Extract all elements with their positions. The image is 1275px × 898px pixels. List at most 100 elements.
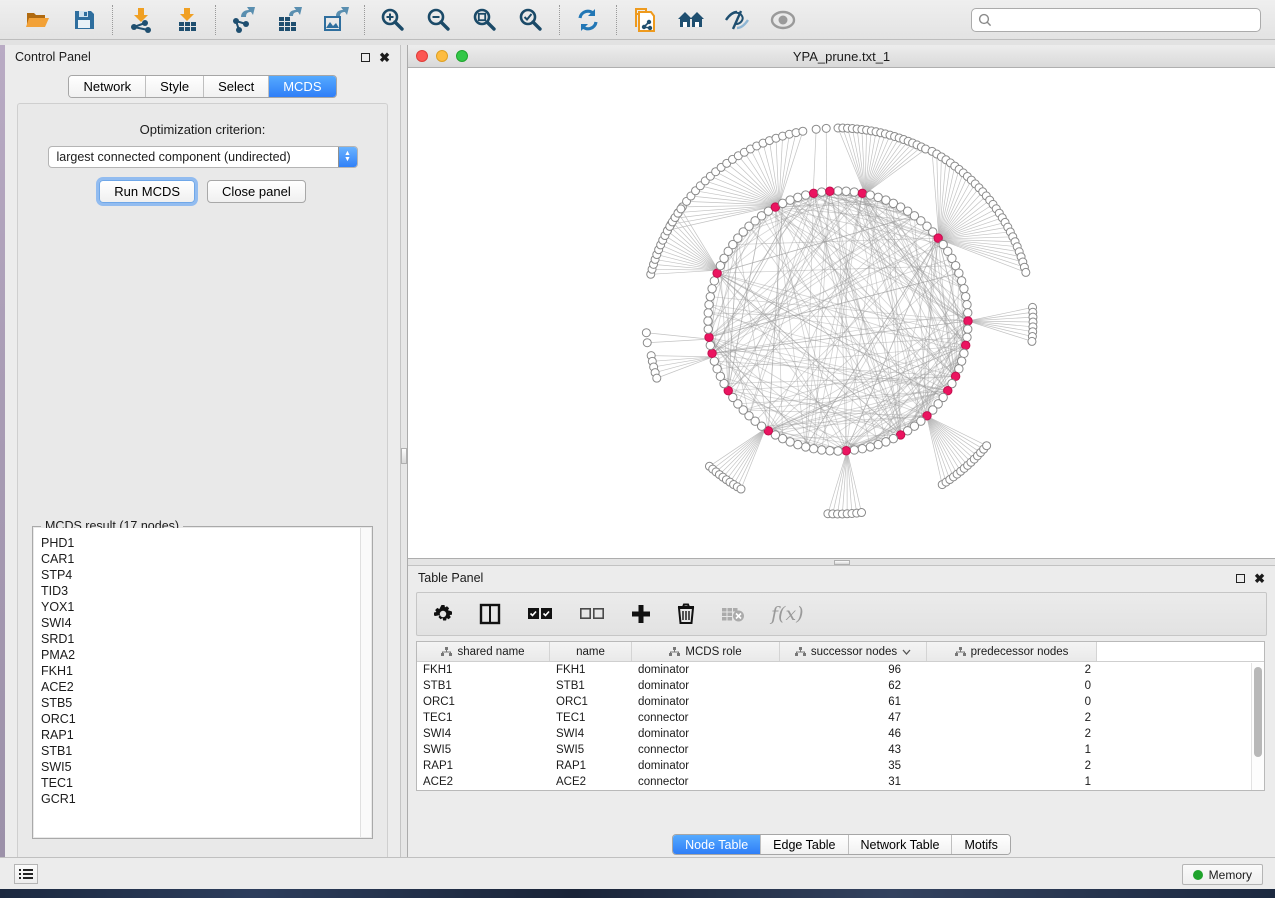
network-canvas[interactable] <box>408 68 1275 558</box>
mcds-result-item[interactable]: SRD1 <box>41 631 371 647</box>
open-file-icon[interactable] <box>24 6 52 34</box>
column-header-successor-nodes[interactable]: successor nodes <box>780 642 927 661</box>
control-panel-header: Control Panel ✖ <box>5 45 400 69</box>
mcds-result-item[interactable]: GCR1 <box>41 791 371 807</box>
new-network-from-selection-icon[interactable] <box>631 6 659 34</box>
table-row[interactable]: ACE2ACE2connector311 <box>417 774 1264 790</box>
table-cell: SWI5 <box>417 744 550 756</box>
splitter-handle[interactable] <box>834 560 850 565</box>
mcds-result-item[interactable]: PHD1 <box>41 535 371 551</box>
table-cell: 31 <box>780 776 927 788</box>
gear-icon[interactable] <box>433 604 453 624</box>
delete-table-icon[interactable] <box>721 606 745 622</box>
horizontal-splitter[interactable] <box>408 558 1275 566</box>
zoom-selected-icon[interactable] <box>517 6 545 34</box>
zoom-fit-icon[interactable] <box>471 6 499 34</box>
mcds-result-item[interactable]: TID3 <box>41 583 371 599</box>
export-image-icon[interactable] <box>322 6 350 34</box>
mcds-result-item[interactable]: RAP1 <box>41 727 371 743</box>
import-network-icon[interactable] <box>127 6 155 34</box>
hide-selected-icon[interactable] <box>723 6 751 34</box>
table-row[interactable]: ORC1ORC1dominator610 <box>417 694 1264 710</box>
memory-button[interactable]: Memory <box>1182 864 1263 885</box>
first-neighbors-icon[interactable] <box>677 6 705 34</box>
function-builder-icon[interactable]: f(x) <box>771 603 804 625</box>
mcds-result-item[interactable]: FKH1 <box>41 663 371 679</box>
table-cell: ORC1 <box>550 696 632 708</box>
delete-icon[interactable] <box>677 603 695 625</box>
add-column-icon[interactable] <box>631 604 651 624</box>
export-table-icon[interactable] <box>276 6 304 34</box>
table-cell: 2 <box>927 728 1097 740</box>
export-network-icon[interactable] <box>230 6 258 34</box>
table-cell: 35 <box>780 760 927 772</box>
mcds-result-item[interactable]: SWI5 <box>41 759 371 775</box>
mcds-result-item[interactable]: CAR1 <box>41 551 371 567</box>
tab-style[interactable]: Style <box>146 76 204 97</box>
float-panel-icon[interactable] <box>1236 574 1245 583</box>
mcds-result-item[interactable]: STB5 <box>41 695 371 711</box>
column-header-mcds-role[interactable]: MCDS role <box>632 642 780 661</box>
optimization-criterion-label: Optimization criterion: <box>18 122 387 137</box>
search-input[interactable] <box>996 13 1254 27</box>
table-row[interactable]: SWI4SWI4dominator462 <box>417 726 1264 742</box>
mcds-result-item[interactable]: ACE2 <box>41 679 371 695</box>
vertical-splitter[interactable] <box>400 45 408 857</box>
table-cell: 0 <box>927 696 1097 708</box>
tab-mcds[interactable]: MCDS <box>269 76 335 97</box>
save-session-icon[interactable] <box>70 6 98 34</box>
table-cell: 2 <box>927 760 1097 772</box>
tab-network-table[interactable]: Network Table <box>849 835 953 854</box>
search-field[interactable] <box>971 8 1261 32</box>
tab-motifs[interactable]: Motifs <box>952 835 1009 854</box>
mcds-result-item[interactable]: PMA2 <box>41 647 371 663</box>
column-header-shared-name[interactable]: shared name <box>417 642 550 661</box>
tab-edge-table[interactable]: Edge Table <box>761 835 848 854</box>
table-cell: dominator <box>632 760 780 772</box>
zoom-in-icon[interactable] <box>379 6 407 34</box>
tab-select[interactable]: Select <box>204 76 269 97</box>
task-history-button[interactable] <box>14 864 38 884</box>
table-row[interactable]: FKH1FKH1dominator962 <box>417 662 1264 678</box>
show-all-icon[interactable] <box>769 6 797 34</box>
mcds-result-item[interactable]: STP4 <box>41 567 371 583</box>
table-row[interactable]: STB1STB1dominator620 <box>417 678 1264 694</box>
table-cell: 1 <box>927 776 1097 788</box>
column-layout-icon[interactable] <box>479 603 501 625</box>
mcds-result-item[interactable]: SWI4 <box>41 615 371 631</box>
run-mcds-button[interactable]: Run MCDS <box>99 180 195 203</box>
table-row[interactable]: RAP1RAP1dominator352 <box>417 758 1264 774</box>
float-panel-icon[interactable] <box>361 53 370 62</box>
close-panel-icon[interactable]: ✖ <box>1254 572 1265 585</box>
column-header-name[interactable]: name <box>550 642 632 661</box>
splitter-handle[interactable] <box>401 448 407 464</box>
zoom-out-icon[interactable] <box>425 6 453 34</box>
import-table-icon[interactable] <box>173 6 201 34</box>
table-row[interactable]: YOX1YOX1connector291 <box>417 790 1264 791</box>
tab-node-table[interactable]: Node Table <box>673 835 761 854</box>
mcds-result-box: MCDS result (17 nodes) PHD1CAR1STP4TID3Y… <box>32 526 373 839</box>
mcds-result-item[interactable]: STB1 <box>41 743 371 759</box>
mcds-result-item[interactable]: ORC1 <box>41 711 371 727</box>
node-table[interactable]: shared name name MCDS role successor nod… <box>416 641 1265 791</box>
close-panel-button[interactable]: Close panel <box>207 180 306 203</box>
select-all-icon[interactable] <box>527 607 553 621</box>
column-header-predecessor-nodes[interactable]: predecessor nodes <box>927 642 1097 661</box>
refresh-icon[interactable] <box>574 6 602 34</box>
mcds-result-item[interactable]: YOX1 <box>41 599 371 615</box>
table-cell: 1 <box>927 744 1097 756</box>
tab-network[interactable]: Network <box>69 76 146 97</box>
dropdown-stepper-icon: ▲▼ <box>338 146 357 168</box>
table-row[interactable]: SWI5SWI5connector431 <box>417 742 1264 758</box>
deselect-all-icon[interactable] <box>579 607 605 621</box>
control-panel-tabs: Network Style Select MCDS <box>68 75 336 98</box>
network-view-titlebar: YPA_prune.txt_1 <box>408 45 1275 68</box>
table-row[interactable]: TEC1TEC1connector472 <box>417 710 1264 726</box>
close-panel-icon[interactable]: ✖ <box>379 51 390 64</box>
mcds-result-item[interactable]: TEC1 <box>41 775 371 791</box>
table-scrollbar-thumb[interactable] <box>1254 667 1262 757</box>
table-scrollbar[interactable] <box>1251 663 1264 790</box>
criterion-dropdown[interactable]: largest connected component (undirected)… <box>48 146 358 168</box>
mcds-result-scrollbar[interactable] <box>360 528 371 837</box>
mcds-result-list[interactable]: PHD1CAR1STP4TID3YOX1SWI4SRD1PMA2FKH1ACE2… <box>34 528 371 837</box>
